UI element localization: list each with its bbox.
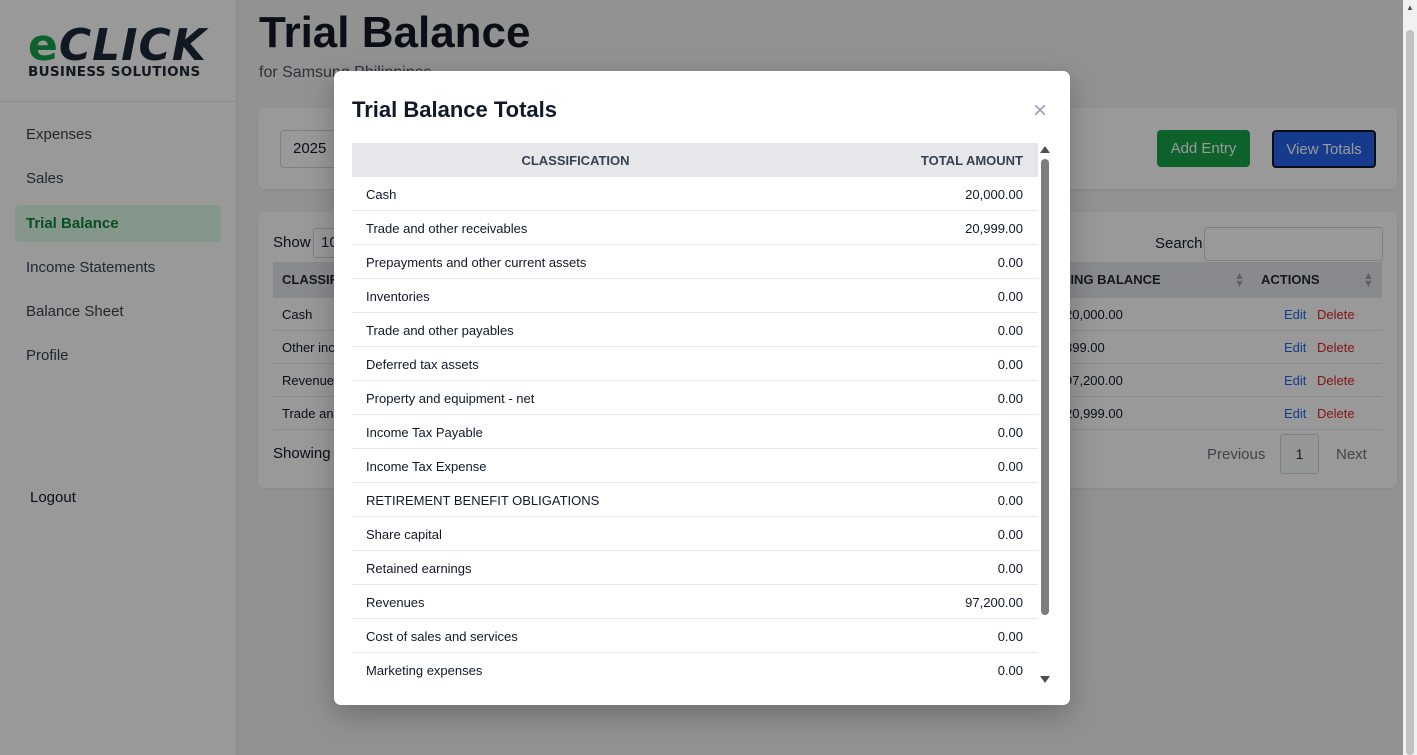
totals-table-row: RETIREMENT BENEFIT OBLIGATIONS 0.00 [352,483,1038,517]
totals-table-row: Income Tax Payable 0.00 [352,415,1038,449]
row-classification: Cost of sales and services [366,629,518,644]
totals-table-row: Income Tax Expense 0.00 [352,449,1038,483]
totals-table-row: Retained earnings 0.00 [352,551,1038,585]
totals-table-row: Trade and other receivables 20,999.00 [352,211,1038,245]
totals-table-header: CLASSIFICATION TOTAL AMOUNT [352,143,1038,177]
row-total-amount: 0.00 [997,493,1023,508]
th-classification: CLASSIFICATION [521,153,630,168]
totals-table-row: Inventories 0.00 [352,279,1038,313]
row-total-amount: 0.00 [997,391,1023,406]
close-icon[interactable]: × [1033,99,1047,123]
row-total-amount: 0.00 [997,289,1023,304]
th-total-amount: TOTAL AMOUNT [920,153,1023,168]
modal-scrollbar-thumb[interactable] [1041,159,1049,615]
row-classification: Property and equipment - net [366,391,535,406]
totals-table-row: Cash 20,000.00 [352,177,1038,211]
row-classification: Prepayments and other current assets [366,255,587,270]
page-scrollbar-thumb[interactable] [1406,30,1414,755]
totals-table-row: Marketing expenses 0.00 [352,653,1038,686]
row-classification: Income Tax Expense [366,459,487,474]
totals-table-row: Prepayments and other current assets 0.00 [352,245,1038,279]
totals-table: CLASSIFICATION TOTAL AMOUNT Cash 20,000.0… [352,143,1038,686]
row-total-amount: 0.00 [997,629,1023,644]
totals-table-row: Share capital 0.00 [352,517,1038,551]
row-total-amount: 0.00 [997,459,1023,474]
row-total-amount: 0.00 [997,255,1023,270]
scroll-up-icon[interactable]: ▲ [1406,3,1414,12]
totals-table-row: Trade and other payables 0.00 [352,313,1038,347]
row-total-amount: 0.00 [997,357,1023,372]
row-classification: RETIREMENT BENEFIT OBLIGATIONS [366,493,600,508]
scroll-down-icon[interactable] [1040,676,1050,683]
row-classification: Revenues [366,595,425,610]
totals-table-row: Deferred tax assets 0.00 [352,347,1038,381]
totals-table-row: Property and equipment - net 0.00 [352,381,1038,415]
row-classification: Share capital [366,527,442,542]
row-total-amount: 0.00 [997,561,1023,576]
scroll-up-icon[interactable] [1040,146,1050,153]
totals-modal: Trial Balance Totals × CLASSIFICATION TO… [334,71,1070,705]
totals-table-body: Cash 20,000.00 Trade and other receivables… [352,177,1038,686]
row-total-amount: 97,200.00 [965,595,1023,610]
row-classification: Trade and other payables [366,323,514,338]
totals-table-row: Revenues 97,200.00 [352,585,1038,619]
row-classification: Marketing expenses [366,663,483,678]
row-classification: Inventories [366,289,430,304]
row-total-amount: 20,999.00 [965,221,1023,236]
row-total-amount: 20,000.00 [965,187,1023,202]
row-total-amount: 0.00 [997,323,1023,338]
row-classification: Cash [366,187,397,202]
page-scrollbar[interactable]: ▲ [1403,0,1417,755]
totals-table-row: Cost of sales and services 0.00 [352,619,1038,653]
row-classification: Deferred tax assets [366,357,479,372]
row-classification: Retained earnings [366,561,472,576]
modal-title: Trial Balance Totals [352,97,558,122]
row-total-amount: 0.00 [997,527,1023,542]
row-classification: Income Tax Payable [366,425,483,440]
row-classification: Trade and other receivables [366,221,528,236]
row-total-amount: 0.00 [997,663,1023,678]
row-total-amount: 0.00 [997,425,1023,440]
modal-scrollbar[interactable] [1038,144,1052,687]
